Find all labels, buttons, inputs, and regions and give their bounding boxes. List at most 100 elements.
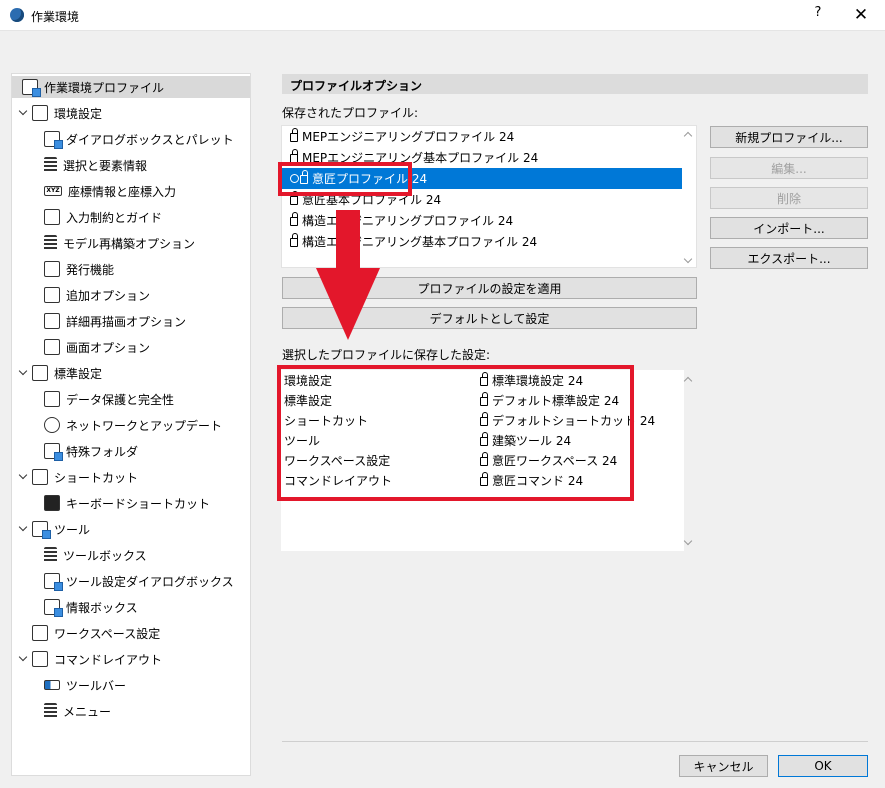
lock-icon bbox=[290, 128, 298, 142]
profile-name: MEPエンジニアリングプロファイル 24 bbox=[302, 130, 515, 144]
edit-button[interactable]: 編集... bbox=[710, 157, 868, 179]
folder-icon bbox=[44, 443, 63, 461]
command-layout-icon bbox=[32, 651, 48, 667]
help-button[interactable]: ? bbox=[810, 5, 826, 25]
lock-icon bbox=[480, 432, 488, 446]
tree-item-model-rebuild[interactable]: モデル再構築オプション bbox=[44, 232, 195, 254]
lock-icon bbox=[290, 191, 298, 205]
tree-item-label: ツールボックス bbox=[63, 548, 147, 563]
tree-item-label: 特殊フォルダ bbox=[66, 444, 139, 459]
tree-item-label: 画面オプション bbox=[66, 340, 151, 355]
list-item[interactable]: 意匠基本プロファイル 24 bbox=[282, 189, 682, 210]
new-profile-button[interactable]: 新規プロファイル... bbox=[710, 126, 868, 148]
list-item[interactable]: MEPエンジニアリング基本プロファイル 24 bbox=[282, 147, 682, 168]
tree-item-selection-info[interactable]: 選択と要素情報 bbox=[44, 154, 147, 176]
publish-icon bbox=[44, 261, 60, 277]
arrow-down-icon bbox=[316, 210, 380, 340]
tree-item-label: ツール bbox=[54, 522, 91, 537]
tree-item-command-layout[interactable]: コマンドレイアウト bbox=[18, 648, 162, 670]
sliders-icon bbox=[44, 287, 60, 303]
chevron-down-icon[interactable] bbox=[18, 524, 28, 534]
tree-item-label: ワークスペース設定 bbox=[54, 626, 161, 641]
setting-name: コマンドレイアウト bbox=[284, 474, 393, 488]
settings-tree: 作業環境プロファイル 環境設定 ダイアログボックスとパレット 選択と要素情報 X… bbox=[11, 73, 251, 776]
scroll-up-icon[interactable] bbox=[684, 375, 692, 383]
tree-item-more-options[interactable]: 追加オプション bbox=[44, 284, 150, 306]
setting-name: ショートカット bbox=[284, 414, 369, 428]
cancel-button[interactable]: キャンセル bbox=[679, 755, 768, 777]
tree-item-work-safety[interactable]: 標準設定 bbox=[18, 362, 102, 384]
shortcut-icon bbox=[32, 469, 48, 485]
chevron-down-icon[interactable] bbox=[18, 108, 28, 118]
tree-item-constraints[interactable]: 入力制約とガイド bbox=[44, 206, 162, 228]
list-item[interactable]: MEPエンジニアリングプロファイル 24 bbox=[282, 126, 682, 147]
lock-icon bbox=[300, 170, 308, 184]
tree-item-special-folders[interactable]: 特殊フォルダ bbox=[44, 440, 138, 462]
app-icon bbox=[10, 8, 24, 22]
tree-item-environment[interactable]: 環境設定 bbox=[18, 102, 102, 124]
tree-item-label: 追加オプション bbox=[66, 288, 151, 303]
selection-info-icon bbox=[44, 157, 57, 173]
tree-item-tool-settings[interactable]: ツール設定ダイアログボックス bbox=[44, 570, 234, 592]
setting-value: 建築ツール 24 bbox=[480, 432, 571, 449]
close-button[interactable]: ✕ bbox=[850, 3, 872, 27]
tree-item-menus[interactable]: メニュー bbox=[44, 700, 111, 722]
list-item-selected[interactable]: 意匠プロファイル 24 bbox=[282, 168, 682, 189]
chevron-down-icon[interactable] bbox=[18, 472, 28, 482]
setting-value-text: 標準環境設定 24 bbox=[492, 374, 584, 388]
tree-item-redraw[interactable]: 詳細再描画オプション bbox=[44, 310, 186, 332]
profile-name: 意匠基本プロファイル 24 bbox=[302, 193, 442, 207]
profile-options-header: プロファイルオプション bbox=[282, 74, 868, 94]
setting-value-text: 建築ツール 24 bbox=[492, 434, 572, 448]
tree-item-label: 選択と要素情報 bbox=[63, 158, 148, 173]
scroll-down-icon[interactable] bbox=[684, 256, 692, 264]
tree-item-toolbox[interactable]: ツールボックス bbox=[44, 544, 147, 566]
tree-item-profile[interactable]: 作業環境プロファイル bbox=[12, 76, 250, 98]
lock-icon bbox=[480, 392, 488, 406]
ok-button[interactable]: OK bbox=[778, 755, 868, 777]
tree-item-display[interactable]: 画面オプション bbox=[44, 336, 150, 358]
tree-item-network[interactable]: ネットワークとアップデート bbox=[44, 414, 222, 436]
tree-item-label: データ保護と完全性 bbox=[66, 392, 175, 407]
tree-item-shortcuts[interactable]: ショートカット bbox=[18, 466, 138, 488]
saved-profiles-label: 保存されたプロファイル: bbox=[282, 106, 419, 120]
globe-icon bbox=[44, 417, 60, 433]
lock-icon bbox=[480, 452, 488, 466]
export-button[interactable]: エクスポート... bbox=[710, 247, 868, 269]
tree-item-label: ネットワークとアップデート bbox=[66, 418, 223, 433]
footer-divider bbox=[282, 741, 868, 742]
tree-item-label: 環境設定 bbox=[54, 106, 103, 121]
tree-item-label: 標準設定 bbox=[54, 366, 103, 381]
chevron-down-icon[interactable] bbox=[18, 654, 28, 664]
setting-value: 意匠コマンド 24 bbox=[480, 472, 583, 489]
tree-item-toolbars[interactable]: ツールバー bbox=[44, 674, 126, 696]
menu-icon bbox=[44, 703, 57, 719]
chevron-down-icon[interactable] bbox=[18, 368, 28, 378]
tree-item-tools[interactable]: ツール bbox=[18, 518, 90, 540]
import-button[interactable]: インポート... bbox=[710, 217, 868, 239]
saved-settings-list: 環境設定 標準環境設定 24 標準設定 デフォルト標準設定 24 ショートカット… bbox=[281, 370, 684, 551]
tree-item-workspace[interactable]: ワークスペース設定 bbox=[32, 622, 160, 644]
keyboard-shortcut-icon bbox=[44, 495, 60, 511]
cursor-icon bbox=[44, 209, 60, 225]
tree-item-publish[interactable]: 発行機能 bbox=[44, 258, 114, 280]
monitor-icon bbox=[22, 79, 41, 97]
tree-item-data-safety[interactable]: データ保護と完全性 bbox=[44, 388, 174, 410]
lock-icon bbox=[290, 212, 298, 226]
title-bar: 作業環境 ? ✕ bbox=[0, 0, 885, 31]
setting-value-text: 意匠ワークスペース 24 bbox=[492, 454, 618, 468]
setting-value-text: デフォルト標準設定 24 bbox=[492, 394, 620, 408]
setting-value-text: デフォルトショートカット 24 bbox=[492, 414, 656, 428]
scroll-down-icon[interactable] bbox=[684, 538, 692, 546]
delete-button[interactable]: 削除 bbox=[710, 187, 868, 209]
info-box-icon bbox=[44, 599, 63, 617]
tree-item-info-box[interactable]: 情報ボックス bbox=[44, 596, 138, 618]
profile-name: MEPエンジニアリング基本プロファイル 24 bbox=[302, 151, 539, 165]
tree-item-keyboard-shortcuts[interactable]: キーボードショートカット bbox=[44, 492, 210, 514]
tree-item-dialogs-palettes[interactable]: ダイアログボックスとパレット bbox=[44, 128, 234, 150]
environment-icon bbox=[32, 105, 48, 121]
setting-value: 意匠ワークスペース 24 bbox=[480, 452, 617, 469]
setting-value: 標準環境設定 24 bbox=[480, 372, 583, 389]
tree-item-coordinates[interactable]: XYZ 座標情報と座標入力 bbox=[44, 180, 176, 202]
scroll-up-icon[interactable] bbox=[684, 130, 692, 138]
